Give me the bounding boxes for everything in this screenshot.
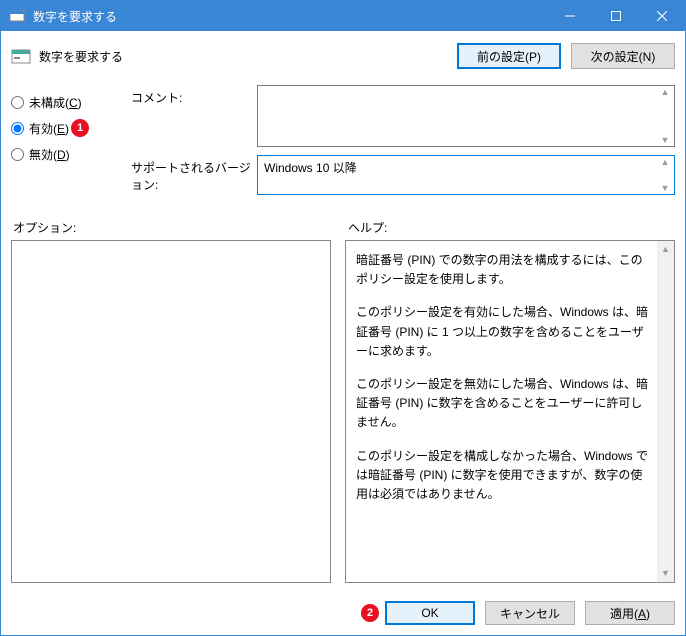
radio-enabled[interactable] bbox=[11, 122, 24, 135]
scroll-up-icon[interactable]: ▲ bbox=[657, 157, 673, 167]
help-paragraph: 暗証番号 (PIN) での数字の用法を構成するには、このポリシー設定を使用します… bbox=[356, 251, 654, 289]
previous-setting-button[interactable]: 前の設定(P) bbox=[457, 43, 561, 69]
radio-disabled[interactable] bbox=[11, 148, 24, 161]
footer-buttons: 2 OK キャンセル 適用(A) bbox=[1, 591, 685, 635]
next-setting-button[interactable]: 次の設定(N) bbox=[571, 43, 675, 69]
radio-enabled-label[interactable]: 有効(E) bbox=[29, 120, 69, 137]
radio-not-configured-label[interactable]: 未構成(C) bbox=[29, 94, 82, 111]
scroll-down-icon[interactable]: ▼ bbox=[657, 183, 673, 193]
options-label: オプション: bbox=[11, 219, 344, 236]
comment-label: コメント: bbox=[131, 85, 257, 106]
scroll-up-icon[interactable]: ▲ bbox=[657, 87, 673, 97]
supported-versions-text: Windows 10 以降 bbox=[264, 161, 357, 175]
policy-icon bbox=[9, 8, 25, 24]
cancel-button[interactable]: キャンセル bbox=[485, 601, 575, 625]
scrollbar[interactable]: ▲ ▼ bbox=[657, 241, 674, 582]
scroll-down-icon[interactable]: ▼ bbox=[657, 135, 673, 145]
help-paragraph: このポリシー設定を無効にした場合、Windows は、暗証番号 (PIN) に数… bbox=[356, 375, 654, 433]
close-button[interactable] bbox=[639, 1, 685, 31]
options-pane bbox=[11, 240, 331, 583]
supported-versions-box[interactable]: Windows 10 以降 ▲ ▼ bbox=[257, 155, 675, 195]
header-row: 数字を要求する 前の設定(P) 次の設定(N) bbox=[11, 43, 675, 69]
scroll-up-icon[interactable]: ▲ bbox=[657, 241, 674, 258]
titlebar[interactable]: 数字を要求する bbox=[1, 1, 685, 31]
help-pane: 暗証番号 (PIN) での数字の用法を構成するには、このポリシー設定を使用します… bbox=[345, 240, 675, 583]
ok-button[interactable]: OK bbox=[385, 601, 475, 625]
window-controls bbox=[547, 1, 685, 31]
scroll-down-icon[interactable]: ▼ bbox=[657, 565, 674, 582]
minimize-button[interactable] bbox=[547, 1, 593, 31]
header-title: 数字を要求する bbox=[39, 48, 457, 65]
maximize-button[interactable] bbox=[593, 1, 639, 31]
callout-2: 2 bbox=[361, 604, 379, 622]
help-label: ヘルプ: bbox=[344, 219, 387, 236]
supported-label: サポートされるバージョン: bbox=[131, 155, 257, 193]
state-radios: 未構成(C) 有効(E) 1 無効(D) bbox=[11, 85, 111, 203]
comment-textarea[interactable]: ▲ ▼ bbox=[257, 85, 675, 147]
help-paragraph: このポリシー設定を有効にした場合、Windows は、暗証番号 (PIN) に … bbox=[356, 303, 654, 361]
window-title: 数字を要求する bbox=[33, 8, 547, 25]
radio-not-configured[interactable] bbox=[11, 96, 24, 109]
help-paragraph: このポリシー設定を構成しなかった場合、Windows では暗証番号 (PIN) … bbox=[356, 447, 654, 505]
policy-editor-window: 数字を要求する 数字を要求する 前の設定(P) 次の設定(N) 未構成(C) bbox=[0, 0, 686, 636]
apply-button[interactable]: 適用(A) bbox=[585, 601, 675, 625]
policy-header-icon bbox=[11, 46, 31, 66]
callout-1: 1 bbox=[71, 119, 89, 137]
radio-disabled-label[interactable]: 無効(D) bbox=[29, 146, 70, 163]
